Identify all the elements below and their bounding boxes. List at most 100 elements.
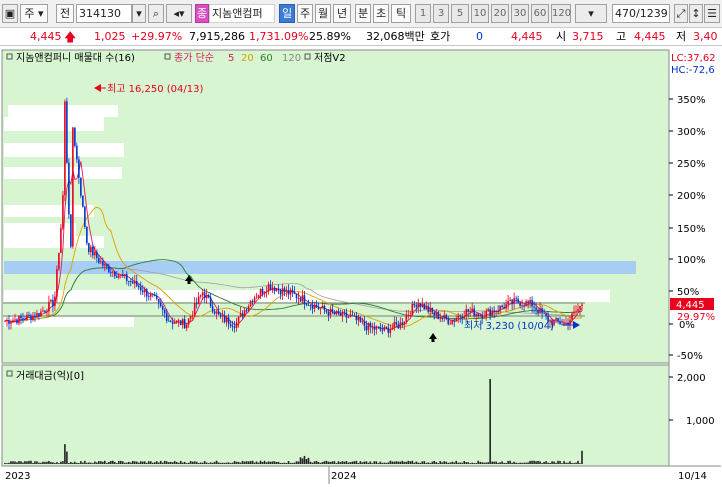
code-dropdown-icon[interactable]: ▾ [132,4,146,23]
expand-icon[interactable]: ⤢ [674,4,688,23]
candle-body [60,227,62,253]
volume-bar [335,463,338,464]
candle-body [297,298,300,299]
volume-bar [517,463,519,464]
volume-bar [231,462,234,464]
candle-body [373,326,376,330]
candle-body [169,320,172,323]
volume-bar [265,462,268,464]
volume-bar [303,455,306,464]
candle-body [289,289,292,295]
candle-body [70,214,72,247]
period-button-year[interactable]: 년 [333,4,351,23]
volume-bar [309,461,312,464]
volume-bar [299,457,302,464]
candle-body [98,257,100,263]
candle-body [133,281,136,284]
volume-bar [357,462,360,464]
jeon-button[interactable]: 전 [56,4,74,23]
candle-body [435,312,438,316]
volume-bar [28,460,30,464]
volume-bar [227,462,230,464]
candle-body [263,291,266,294]
candle-body [509,299,511,302]
stock-code-input[interactable]: 314130 [76,4,132,23]
minute-button-10[interactable]: 10 [471,4,489,23]
minute-button-5[interactable]: 5 [451,4,469,23]
volume-bar [273,461,276,464]
period-button-day[interactable]: 일 [279,4,295,23]
volume-bar [243,461,246,464]
volume-bar [147,461,150,464]
candle-body [64,101,66,195]
period-button-tick[interactable]: 틱 [391,4,411,23]
volume-bar [271,461,274,464]
settings-icon[interactable]: ☰ [704,4,720,23]
candle-body [265,291,268,293]
candle-body [565,322,567,324]
candle-body [425,306,428,310]
period-button-month[interactable]: 월 [315,4,331,23]
candle-body [503,306,505,309]
speaker-icon[interactable]: ◂▾ [166,4,192,23]
minute-button-30[interactable]: 30 [511,4,529,23]
volume-bar [249,461,252,464]
volume-bar [359,461,362,464]
candle-body [28,314,30,316]
candle-body [531,299,533,307]
counter-value: 470 [615,7,636,20]
minute-button-20[interactable]: 20 [491,4,509,23]
volume-bar [26,461,28,464]
candle-body [323,305,326,311]
candle-body [327,311,330,316]
profile-band [4,223,76,237]
candle-body [44,310,46,312]
sms-badge[interactable]: 종 [195,4,209,23]
volume-bar [549,462,551,464]
candle-body [141,290,144,293]
volume-bar [139,461,142,464]
candle-body [319,308,322,310]
volume-bar [523,462,525,464]
candle-body [6,319,8,321]
market-selector[interactable]: 주 ▾ [20,4,48,23]
volume-bar [483,462,485,464]
bar-counter[interactable]: 470/1239 [612,4,670,23]
interval-dropdown[interactable]: ▾ [575,4,607,23]
volume-bar [311,462,314,464]
candle-body [215,311,218,314]
period-button-second[interactable]: 초 [373,4,389,23]
compare-icon[interactable]: ↕ [689,4,703,23]
chart-svg[interactable]: 지놈앤컴퍼니 매물대 수(16) 종가 단순 5 20 60 120 저점V2 … [0,47,722,484]
period-button-minute[interactable]: 분 [355,4,371,23]
candle-body [14,319,16,321]
window-menu-icon[interactable]: ▣ [2,4,18,23]
candle-body [94,251,96,256]
minute-button-120[interactable]: 120 [551,4,571,23]
minute-button-60[interactable]: 60 [531,4,549,23]
chart-area[interactable]: 지놈앤컴퍼니 매물대 수(16) 종가 단순 5 20 60 120 저점V2 … [0,47,722,484]
volume-bar [195,461,198,464]
volume-bar [118,461,120,464]
volume-bar [40,462,42,464]
volume-bar [155,461,158,464]
candle-body [541,308,543,313]
candle-body [151,293,154,295]
volume-bar [163,460,166,464]
minute-button-1[interactable]: 1 [415,4,431,23]
candle-body [42,310,44,312]
volume-bar [531,460,533,464]
search-icon[interactable]: ⌕ [148,4,164,23]
candle-body [139,287,142,291]
volume-bar [209,462,212,464]
period-button-week[interactable]: 주 [297,4,313,23]
candle-body [447,318,450,324]
volume-bar [34,461,36,464]
candle-body [529,299,531,303]
volume-bar [573,463,575,464]
volume-bar [64,444,66,464]
candle-body [273,287,276,292]
minute-button-3[interactable]: 3 [433,4,449,23]
volume-bar [237,461,240,464]
volume-bar [70,462,72,464]
